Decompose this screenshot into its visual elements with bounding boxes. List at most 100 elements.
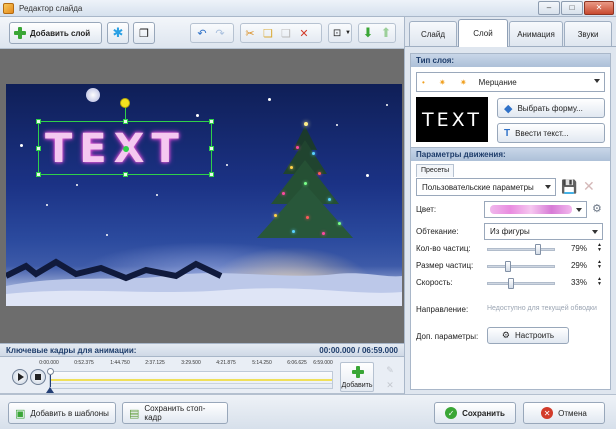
tab-sounds[interactable]: Звуки — [564, 21, 612, 46]
color-label: Цвет: — [416, 205, 437, 214]
resize-handle-bl[interactable] — [36, 172, 41, 177]
choose-shape-button[interactable]: ◆ Выбрать форму... — [497, 98, 605, 118]
direction-value: Недоступно для текущей обводки — [487, 305, 597, 312]
speed-value: 33% — [570, 278, 587, 287]
layers-icon: ❐ — [139, 27, 149, 40]
size-spinner[interactable]: ▲ ▼ — [596, 260, 603, 271]
save-button[interactable]: ✓ Сохранить — [434, 402, 516, 424]
edit-keyframe-icon[interactable]: ✎ — [382, 363, 398, 377]
tick-label: 4:21.875 — [216, 360, 236, 366]
size-slider[interactable] — [487, 261, 555, 272]
resize-handle-t[interactable] — [123, 119, 128, 124]
order-group: ⬇ ⬆ — [358, 23, 396, 43]
configure-button[interactable]: ⚙ Настроить — [487, 327, 569, 344]
undo-icon[interactable]: ↶ — [193, 24, 211, 42]
preset-select[interactable]: Пользовательские параметры — [416, 178, 556, 196]
text-preview: TEXT — [416, 97, 488, 142]
close-button[interactable]: ✕ — [584, 1, 614, 15]
chevron-down-icon[interactable]: ▼ — [345, 30, 351, 36]
speed-slider-thumb[interactable] — [508, 278, 514, 289]
save-preset-icon[interactable]: 💾 — [561, 179, 577, 195]
stop-button[interactable] — [30, 369, 46, 385]
play-button[interactable] — [12, 369, 28, 385]
center-handle[interactable] — [123, 146, 129, 152]
text-icon: T — [504, 127, 511, 139]
keyframes-label: Ключевые кадры для анимации: — [6, 345, 137, 355]
gear-icon[interactable]: ⚙ — [592, 202, 602, 215]
save-frame-button[interactable]: ▤ Сохранить стоп-кадр — [122, 402, 228, 424]
layer-type-select[interactable]: • ✷ ✷ Мерцание — [416, 72, 605, 92]
speed-slider[interactable] — [487, 278, 555, 289]
count-label: Кол-во частиц: — [416, 244, 471, 253]
speed-spinner[interactable]: ▲ ▼ — [596, 277, 603, 288]
move-up-icon[interactable]: ⬆ — [377, 24, 395, 42]
edit-group: ✂ ❏ ❏ ✕ — [240, 23, 322, 43]
count-slider[interactable] — [487, 244, 555, 255]
add-keyframe-button[interactable]: Добавить — [340, 362, 374, 392]
delete-keyframe-icon[interactable]: ✕ — [382, 378, 398, 392]
count-value: 79% — [570, 244, 587, 253]
presets-tab[interactable]: Пресеты — [416, 164, 455, 177]
app-icon — [3, 2, 14, 14]
redo-icon[interactable]: ↷ — [211, 24, 229, 42]
tick-label: 6:59.000 — [313, 360, 333, 366]
resize-handle-tr[interactable] — [209, 119, 214, 124]
resize-handle-tl[interactable] — [36, 119, 41, 124]
cancel-icon: ✕ — [541, 407, 554, 419]
resize-handle-b[interactable] — [123, 172, 128, 177]
add-layer-label: Добавить слой — [30, 28, 91, 38]
sparkle-icon: • ✷ ✷ — [422, 77, 473, 87]
shape-icon: ◆ — [504, 102, 513, 115]
layers-button[interactable]: ❐ — [133, 22, 155, 44]
maximize-button[interactable]: □ — [561, 1, 583, 15]
playhead[interactable] — [46, 368, 54, 393]
star-icon: ✱ — [112, 25, 124, 40]
resize-handle-br[interactable] — [209, 172, 214, 177]
effect-button[interactable]: ✱ — [107, 22, 129, 44]
tab-slide[interactable]: Слайд — [409, 21, 457, 46]
count-spinner[interactable]: ▲ ▼ — [596, 243, 603, 254]
align-group: ⊡ ▼ — [328, 23, 352, 43]
timeline-time: 00:00.000 / 06:59.000 — [319, 345, 398, 355]
keyframe-track[interactable] — [49, 371, 333, 389]
layer-type-section: Тип слоя: • ✷ ✷ Мерцание TEXT ◆ Выбрать … — [410, 53, 611, 149]
tab-layer[interactable]: Слой — [458, 19, 508, 47]
resize-handle-r[interactable] — [209, 146, 214, 151]
flow-label: Обтекание: — [416, 227, 459, 236]
tick-label: 6:06.625 — [287, 360, 307, 366]
slide-preview[interactable]: TEXT — [0, 49, 404, 343]
tab-animation[interactable]: Анимация — [509, 21, 563, 46]
count-slider-thumb[interactable] — [535, 244, 541, 255]
slide-canvas[interactable]: TEXT — [6, 84, 402, 306]
enter-text-button[interactable]: T Ввести текст... — [497, 123, 605, 143]
add-layer-button[interactable]: Добавить слой — [9, 22, 102, 44]
tick-label: 0:00.000 — [39, 360, 59, 366]
delete-icon[interactable]: ✕ — [295, 24, 313, 42]
add-to-templates-label: Добавить в шаблоны — [30, 408, 109, 418]
text-layer-selection[interactable]: TEXT — [36, 98, 214, 177]
preset-value: Пользовательские параметры — [422, 182, 534, 192]
resize-handle-l[interactable] — [36, 146, 41, 151]
sparkle-text: TEXT — [45, 126, 186, 172]
cancel-button[interactable]: ✕ Отмена — [523, 402, 605, 424]
flow-select[interactable]: Из фигуры — [484, 223, 603, 240]
color-select[interactable] — [484, 201, 587, 218]
delete-preset-icon[interactable]: ✕ — [583, 178, 595, 195]
paste-icon[interactable]: ❏ — [277, 24, 295, 42]
cut-icon[interactable]: ✂ — [241, 24, 259, 42]
extra-params-label: Доп. параметры: — [416, 332, 479, 341]
add-to-templates-button[interactable]: ▣ Добавить в шаблоны — [8, 402, 116, 424]
toolbar: Добавить слой ✱ ❐ ↶ ↷ ✂ ❏ ❏ ✕ ⊡ ▼ ⬇ ⬆ — [0, 17, 404, 49]
chevron-down-icon — [594, 79, 600, 83]
rotation-handle[interactable] — [120, 98, 130, 108]
chevron-down-icon — [592, 230, 598, 234]
plus-icon — [352, 366, 364, 378]
align-icon[interactable]: ⊡ — [329, 24, 345, 42]
properties-panel: Слайд Слой Анимация Звуки Тип слоя: • ✷ … — [404, 17, 616, 394]
checkmark-icon: ✓ — [445, 407, 458, 419]
tick-label: 1:44.750 — [110, 360, 130, 366]
copy-icon[interactable]: ❏ — [259, 24, 277, 42]
size-slider-thumb[interactable] — [505, 261, 511, 272]
minimize-button[interactable]: – — [538, 1, 560, 15]
move-down-icon[interactable]: ⬇ — [359, 24, 377, 42]
